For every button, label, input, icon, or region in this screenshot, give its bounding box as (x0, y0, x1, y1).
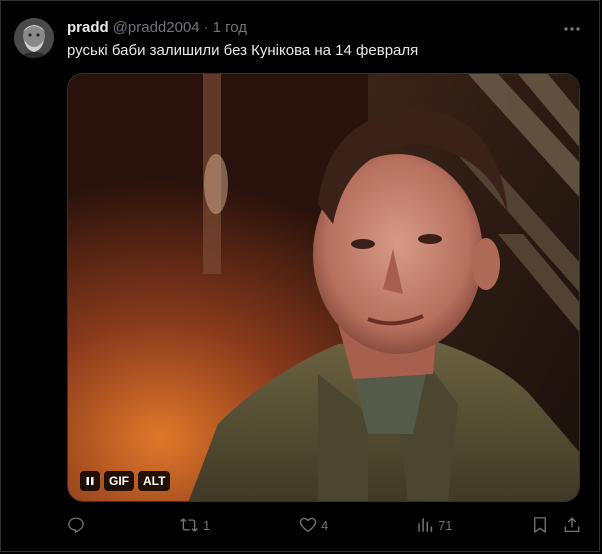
tweet-text: руські баби залишили без Кунікова на 14 … (67, 42, 419, 59)
views-button[interactable]: 71 (416, 511, 452, 539)
like-count: 4 (321, 517, 329, 533)
avatar-image (14, 18, 54, 58)
more-icon (564, 27, 580, 31)
timestamp[interactable]: 1 год (213, 19, 247, 36)
tweet-header: pradd @pradd2004 · 1 год (67, 19, 247, 39)
like-button[interactable]: 4 (299, 511, 328, 539)
author-handle[interactable]: @pradd2004 (113, 19, 200, 36)
bookmark-icon (534, 517, 546, 534)
alt-badge[interactable]: ALT (138, 471, 171, 491)
action-bar: 1 4 71 (61, 511, 581, 539)
pause-icon (86, 477, 94, 485)
tweet-card[interactable]: pradd @pradd2004 · 1 год руські баби зал… (0, 0, 600, 552)
retweet-button[interactable]: 1 (179, 511, 210, 539)
avatar[interactable] (14, 18, 54, 58)
gif-frame (68, 74, 579, 501)
retweet-icon (180, 518, 198, 532)
share-icon (564, 517, 580, 533)
author-name[interactable]: pradd (67, 19, 109, 36)
pause-button[interactable] (80, 471, 100, 491)
gif-badge: GIF (104, 471, 134, 491)
separator-dot: · (203, 19, 209, 36)
media-badges: GIF ALT (80, 471, 171, 491)
media-gif[interactable]: GIF ALT (67, 73, 580, 502)
reply-icon (68, 517, 84, 534)
share-button[interactable] (563, 511, 581, 539)
more-button[interactable] (562, 21, 582, 37)
like-icon (299, 517, 317, 533)
bookmark-button[interactable] (531, 511, 549, 539)
reply-button[interactable] (67, 511, 89, 539)
retweet-count: 1 (203, 517, 211, 533)
view-count: 71 (438, 517, 453, 533)
views-icon (418, 518, 433, 532)
